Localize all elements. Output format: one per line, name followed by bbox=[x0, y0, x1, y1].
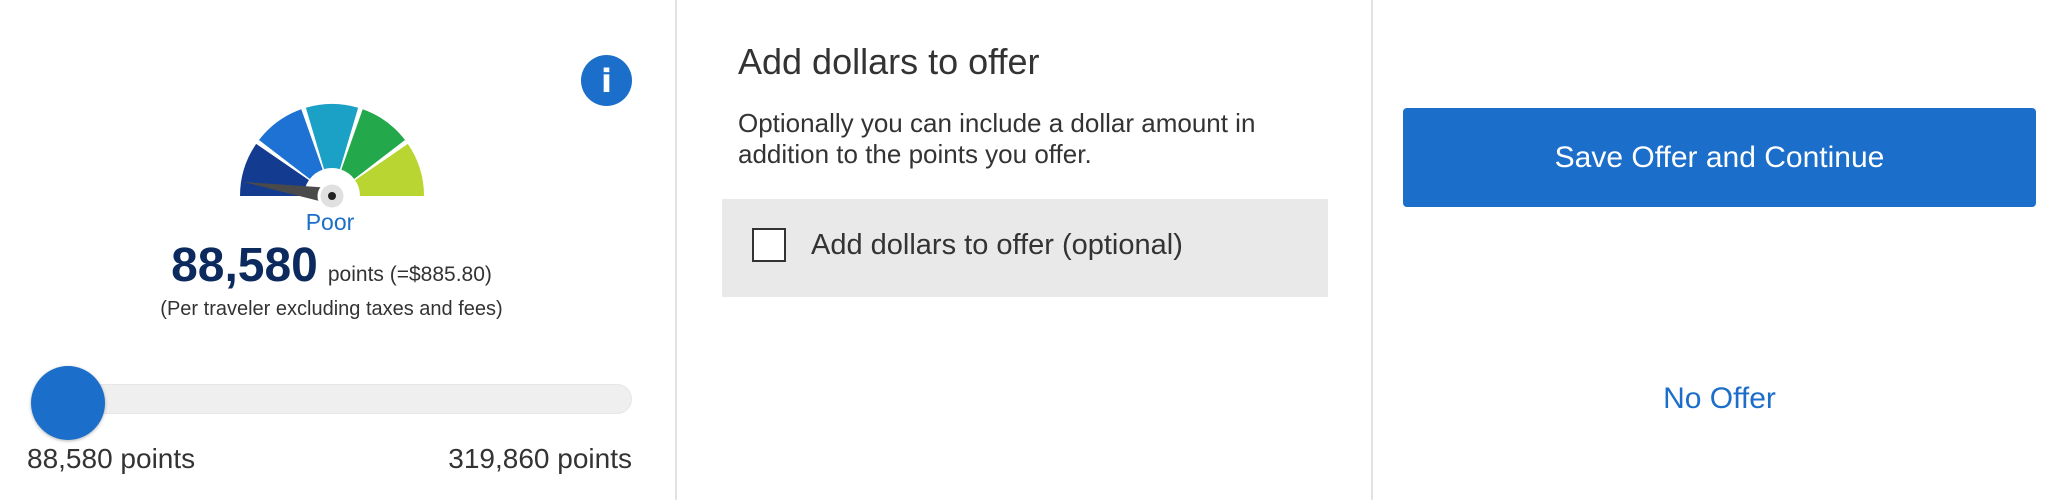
offer-strength-gauge bbox=[240, 104, 424, 211]
column-divider bbox=[675, 0, 677, 500]
info-button[interactable]: i bbox=[581, 55, 632, 106]
add-dollars-checkbox[interactable] bbox=[752, 228, 786, 262]
points-value: 88,580 bbox=[171, 239, 318, 292]
no-offer-link[interactable]: No Offer bbox=[1403, 382, 2036, 416]
column-divider bbox=[1371, 0, 1373, 500]
offer-rating-label: Poor bbox=[305, 209, 355, 235]
points-note: (Per traveler excluding taxes and fees) bbox=[160, 298, 503, 320]
dollars-panel-title: Add dollars to offer bbox=[738, 41, 1040, 82]
points-slider-track[interactable] bbox=[48, 384, 632, 414]
add-dollars-option[interactable]: Add dollars to offer (optional) bbox=[722, 199, 1328, 297]
dollars-panel-description: Optionally you can include a dollar amou… bbox=[738, 108, 1256, 169]
info-icon: i bbox=[601, 61, 612, 100]
offer-page: i Poor 88,580 points (=$885.80) (Per trav… bbox=[0, 0, 2048, 500]
add-dollars-checkbox-label[interactable]: Add dollars to offer (optional) bbox=[811, 229, 1183, 262]
slider-min-label: 88,580 points bbox=[27, 443, 196, 474]
slider-max-label: 319,860 points bbox=[448, 443, 632, 474]
points-summary: 88,580 points (=$885.80) bbox=[0, 238, 663, 293]
points-suffix: points (=$885.80) bbox=[327, 263, 492, 286]
save-offer-button[interactable]: Save Offer and Continue bbox=[1403, 108, 2036, 207]
points-slider-thumb[interactable] bbox=[31, 366, 105, 440]
